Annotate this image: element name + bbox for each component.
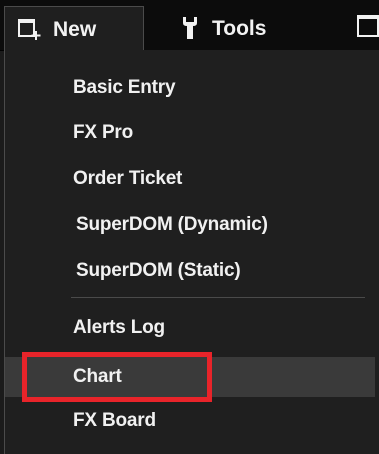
- new-menu-button[interactable]: New: [4, 6, 144, 51]
- menu-separator: [71, 297, 365, 298]
- tools-menu-label: Tools: [212, 16, 267, 40]
- new-dropdown-menu: Basic Entry FX Pro Order Ticket SuperDOM…: [4, 50, 379, 454]
- menu-item-superdom-static[interactable]: SuperDOM (Static): [5, 251, 375, 291]
- menu-item-fx-board[interactable]: FX Board: [5, 401, 375, 441]
- menu-item-superdom-dynamic[interactable]: SuperDOM (Dynamic): [5, 205, 375, 245]
- tools-menu-button[interactable]: Tools: [180, 6, 266, 50]
- menu-item-chart[interactable]: Chart: [5, 357, 375, 397]
- menu-item-basic-entry[interactable]: Basic Entry: [5, 68, 375, 108]
- menu-item-order-ticket[interactable]: Order Ticket: [5, 159, 375, 199]
- menu-item-fx-pro[interactable]: FX Pro: [5, 113, 375, 153]
- wrench-icon: [180, 16, 200, 40]
- new-window-icon: [17, 17, 41, 41]
- window-icon[interactable]: [357, 14, 379, 43]
- menu-item-alerts-log[interactable]: Alerts Log: [5, 308, 375, 348]
- new-menu-label: New: [53, 17, 97, 41]
- menu-bar: New Tools: [0, 0, 379, 51]
